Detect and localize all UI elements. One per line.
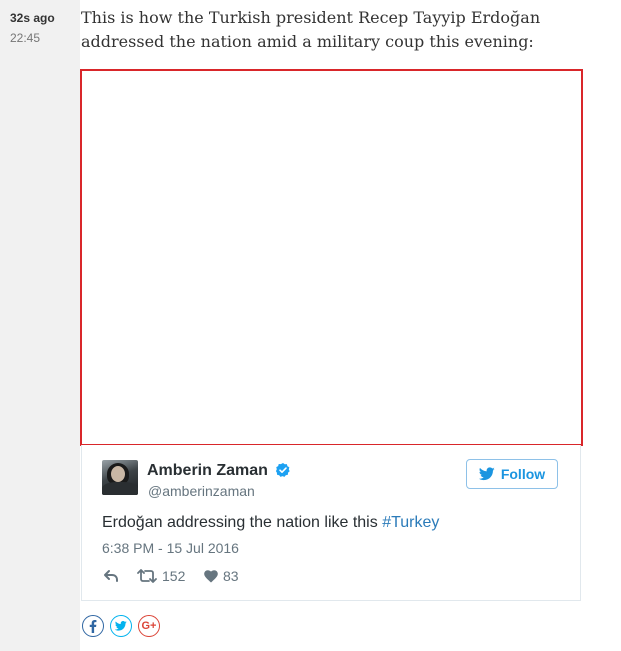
post-text: This is how the Turkish president Recep … — [81, 8, 541, 51]
retweet-count: 152 — [162, 568, 186, 584]
tweet-date[interactable]: 6:38 PM - 15 Jul 2016 — [102, 540, 239, 556]
author-handle[interactable]: @amberinzaman — [148, 483, 255, 499]
author-name[interactable]: Amberin Zaman — [147, 462, 268, 480]
embedded-tweet: Amberin Zaman @amberinzaman Follow Erdoğ… — [81, 445, 581, 601]
heart-icon — [204, 569, 218, 582]
like-count: 83 — [223, 568, 239, 584]
reply-button[interactable] — [103, 569, 137, 583]
timestamp-column — [0, 0, 80, 651]
follow-button[interactable]: Follow — [466, 459, 558, 489]
hashtag-link[interactable]: #Turkey — [382, 514, 439, 531]
post-time: 22:45 — [10, 31, 41, 45]
retweet-button[interactable]: 152 — [137, 568, 204, 584]
verified-badge-icon — [275, 463, 290, 477]
twitter-bird-icon — [115, 621, 127, 631]
tweet-text-body: Erdoğan addressing the nation like this — [102, 514, 383, 531]
facebook-icon — [89, 619, 97, 633]
twitter-bird-icon — [478, 467, 495, 481]
share-buttons: G+ — [82, 615, 160, 637]
live-blog-entry: 32s ago 22:45 This is how the Turkish pr… — [0, 0, 621, 651]
share-facebook-button[interactable] — [82, 615, 104, 637]
avatar[interactable] — [102, 460, 138, 495]
tweet-actions: 152 83 — [103, 567, 239, 585]
share-google-button[interactable]: G+ — [138, 615, 160, 637]
reply-icon — [104, 570, 118, 582]
embedded-video-frame[interactable] — [80, 69, 583, 446]
time-ago: 32s ago — [10, 11, 55, 25]
like-button[interactable]: 83 — [204, 568, 239, 584]
retweet-icon — [137, 569, 157, 583]
share-twitter-button[interactable] — [110, 615, 132, 637]
tweet-text: Erdoğan addressing the nation like this … — [102, 514, 439, 532]
google-plus-icon: G+ — [141, 620, 157, 632]
follow-label: Follow — [500, 466, 546, 482]
